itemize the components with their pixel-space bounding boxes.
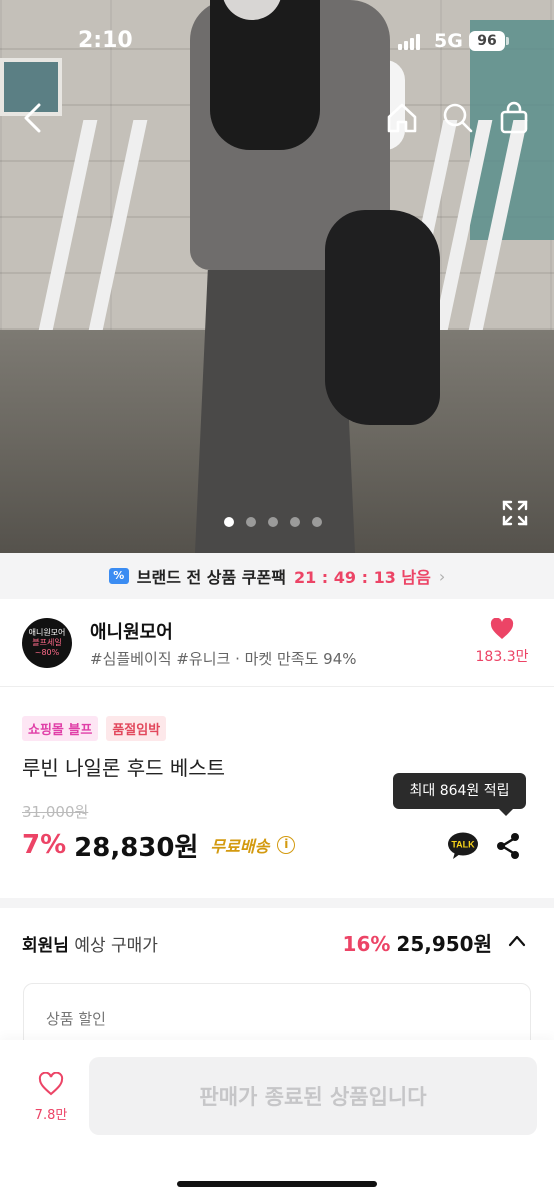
original-price: 31,000원	[22, 803, 89, 821]
image-pagination[interactable]	[224, 517, 322, 527]
store-logo-line: 블프세일	[32, 638, 62, 647]
status-time: 2:10	[78, 28, 133, 53]
member-discount-percent: 16%	[342, 932, 391, 956]
info-icon[interactable]: i	[277, 836, 296, 854]
sold-out-button: 판매가 종료된 상품입니다	[89, 1057, 537, 1135]
pagination-dot[interactable]	[312, 517, 322, 527]
wishlist-count: 7.8만	[34, 1108, 68, 1123]
pagination-dot[interactable]	[224, 517, 234, 527]
svg-text:TALK: TALK	[451, 840, 475, 850]
store-name[interactable]: 애니원모어	[90, 618, 173, 644]
product-discount-label: 상품 할인	[46, 1010, 106, 1028]
battery-icon: 96	[469, 31, 505, 51]
heart-outline-icon	[38, 1072, 64, 1096]
search-button[interactable]	[438, 98, 478, 138]
cart-button[interactable]	[494, 98, 534, 138]
heart-filled-icon	[490, 618, 514, 639]
store-info[interactable]: 애니원모어 블프세일 ~80% 애니원모어 #심플베이직 #유니크 · 마켓 만…	[0, 600, 554, 687]
member-price: 16% 25,950원	[343, 928, 492, 957]
home-indicator	[177, 1181, 377, 1187]
product-badges: 쇼핑몰 블프 품절임박	[22, 716, 167, 741]
kakao-talk-icon[interactable]: TALK	[447, 832, 479, 860]
coupon-text: 브랜드 전 상품 쿠폰팩	[136, 568, 286, 587]
home-button[interactable]	[382, 98, 422, 138]
section-divider	[0, 898, 554, 908]
home-icon	[387, 103, 417, 133]
badge-low-stock: 품절임박	[106, 716, 167, 741]
back-button[interactable]	[14, 98, 54, 138]
pagination-dot[interactable]	[290, 517, 300, 527]
store-logo-line: ~80%	[34, 648, 60, 657]
search-icon	[443, 103, 473, 133]
battery-tip	[506, 37, 509, 45]
free-shipping-label: 무료배송	[210, 837, 270, 856]
wishlist-button[interactable]: 7.8만	[30, 1072, 72, 1123]
bottom-action-bar: 7.8만 판매가 종료된 상품입니다	[0, 1040, 554, 1200]
expand-icon[interactable]	[500, 498, 530, 528]
member-price-row[interactable]: 회원님 예상 구매가 16% 25,950원	[22, 928, 532, 958]
discount-percent: 7%	[22, 830, 67, 860]
signal-icon	[398, 34, 422, 50]
price-row: 7% 28,830원 무료배송 i	[22, 828, 296, 863]
share-icon[interactable]	[495, 832, 521, 860]
member-price-value: 25,950원	[396, 932, 492, 956]
image-bag	[325, 210, 440, 425]
store-logo-line: 애니원모어	[28, 628, 66, 637]
badge-black-friday: 쇼핑몰 블프	[22, 716, 99, 741]
coupon-timer: 21 : 49 : 13 남음	[293, 568, 431, 587]
store-like-count: 183.3만	[475, 649, 529, 665]
store-tags: #심플베이직 #유니크 · 마켓 만족도 94%	[90, 650, 357, 668]
coupon-icon: %	[108, 568, 129, 584]
coupon-banner[interactable]: % 브랜드 전 상품 쿠폰팩 21 : 49 : 13 남음 ›	[0, 553, 554, 599]
status-bar: 2:10 5G 96	[0, 0, 554, 84]
store-like-button[interactable]: 183.3만	[472, 618, 532, 666]
pagination-dot[interactable]	[268, 517, 278, 527]
points-tooltip: 최대 864원 적립	[393, 773, 526, 816]
chevron-up-icon[interactable]	[508, 932, 526, 950]
member-price-label: 회원님 예상 구매가	[22, 931, 158, 956]
store-logo[interactable]: 애니원모어 블프세일 ~80%	[22, 618, 72, 668]
back-arrow-icon	[24, 103, 41, 133]
chevron-right-icon: ›	[438, 566, 446, 586]
member-label-bold: 회원님	[22, 936, 69, 956]
network-label: 5G	[434, 30, 463, 52]
product-title: 루빈 나일론 후드 베스트	[22, 756, 226, 780]
member-label-rest: 예상 구매가	[68, 936, 158, 956]
sale-price: 28,830원	[74, 832, 199, 863]
shopping-bag-icon	[500, 101, 528, 134]
pagination-dot[interactable]	[246, 517, 256, 527]
